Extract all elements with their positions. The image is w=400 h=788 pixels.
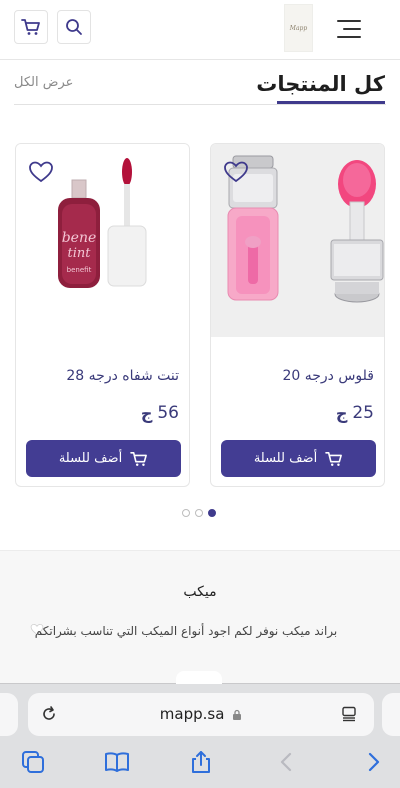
bookmarks-icon[interactable] [104,750,130,774]
svg-text:benefit: benefit [67,266,92,274]
next-tab-peek[interactable] [382,693,400,736]
browser-toolbar: mapp.sa [0,671,400,788]
reader-mode-icon[interactable] [341,706,357,722]
product-card[interactable]: bene tint benefit تنت شفاه درجه 28 ج 56 [15,143,190,487]
previous-tab-peek[interactable] [0,693,18,736]
cart-icon [21,19,40,35]
favorite-heart-icon[interactable] [28,160,54,184]
product-card[interactable]: قلوس درجه 20 ج 25 أضف للسلة [210,143,385,487]
product-name[interactable]: قلوس درجه 20 [282,368,374,384]
url-display[interactable]: mapp.sa [28,705,374,723]
carousel-pager [182,509,216,517]
logo-text: Mapp [289,24,308,32]
pager-dot[interactable] [195,509,203,517]
product-name[interactable]: تنت شفاه درجه 28 [66,368,179,384]
brand-description: براند ميكب نوفر لكم اجود أنواع الميكب ال… [34,624,338,638]
add-to-cart-label: أضف للسلة [253,451,318,466]
menu-icon[interactable] [336,18,362,40]
add-to-cart-label: أضف للسلة [58,451,123,466]
price-value: 25 [352,403,374,423]
store-logo[interactable]: Mapp [284,4,313,52]
view-all-link[interactable]: عرض الكل [14,75,73,90]
section-title: كل المنتجات [256,72,385,96]
pager-dot-active[interactable] [208,509,216,517]
product-image[interactable] [211,144,384,337]
currency-symbol: ج [140,403,153,423]
sheet-handle [176,671,222,684]
search-button[interactable] [57,10,91,44]
add-to-cart-button[interactable]: أضف للسلة [221,440,376,477]
product-price: ج 25 [336,403,374,423]
url-text: mapp.sa [159,705,225,723]
price-value: 56 [157,403,179,423]
brand-section: ميكب براند ميكب نوفر لكم اجود أنواع المي… [0,550,400,690]
cart-icon [325,451,343,466]
back-icon[interactable] [274,750,300,774]
svg-text:tint: tint [68,246,92,261]
page: Mapp كل المنتجات عرض الكل قلوس درجه 20 ج… [0,0,400,788]
cart-icon [130,451,148,466]
tabs-icon[interactable] [20,750,46,774]
search-icon [66,19,82,35]
svg-text:bene: bene [62,230,97,246]
currency-symbol: ج [335,403,348,423]
forward-icon[interactable] [360,750,386,774]
divider [14,104,386,105]
lock-icon [233,709,242,720]
product-image[interactable]: bene tint benefit [16,144,189,337]
pager-dot[interactable] [182,509,190,517]
product-price: ج 56 [141,403,179,423]
add-to-cart-button[interactable]: أضف للسلة [26,440,181,477]
cart-button[interactable] [14,10,48,44]
share-icon[interactable] [188,750,214,774]
top-header: Mapp [0,0,400,60]
brand-title: ميكب [183,584,217,600]
favorite-heart-icon[interactable] [223,160,249,184]
address-bar[interactable]: mapp.sa [28,693,374,736]
